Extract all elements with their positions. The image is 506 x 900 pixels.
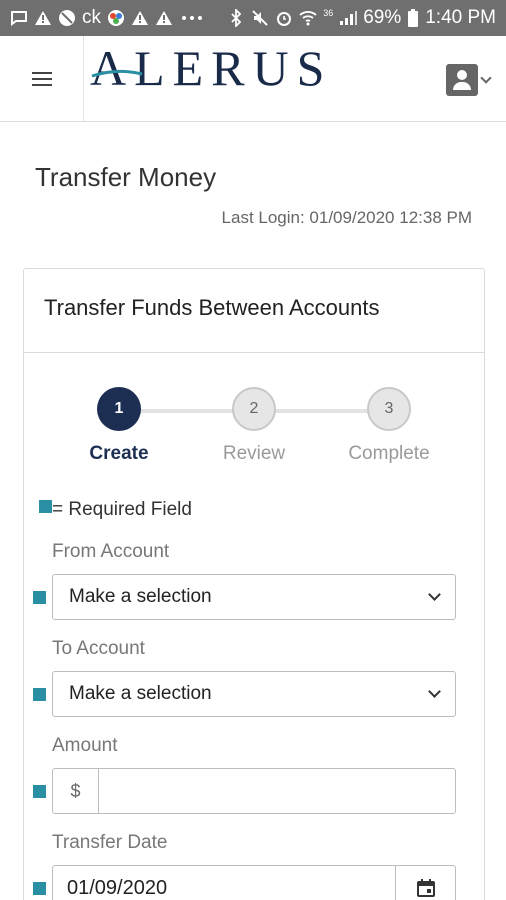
transfer-card: Transfer Funds Between Accounts 1 Create… bbox=[23, 268, 485, 900]
step-number: 1 bbox=[97, 387, 141, 431]
status-bar: ck 36 69% 1:40 PM bbox=[0, 0, 506, 36]
from-account-label: From Account bbox=[52, 541, 170, 562]
chat-icon bbox=[10, 9, 28, 27]
to-account-label: To Account bbox=[52, 638, 145, 659]
battery-percent: 69% bbox=[363, 7, 402, 28]
menu-button[interactable] bbox=[0, 36, 84, 122]
wifi-icon bbox=[299, 9, 317, 27]
mute-icon bbox=[251, 9, 269, 27]
chevron-down-icon bbox=[428, 685, 441, 698]
chevron-down-icon bbox=[428, 588, 441, 601]
clock: 1:40 PM bbox=[425, 7, 496, 28]
hamburger-icon bbox=[31, 72, 52, 86]
required-note-text: = Required Field bbox=[52, 499, 192, 520]
warning-icon bbox=[131, 9, 149, 27]
transfer-date-label: Transfer Date bbox=[52, 832, 168, 853]
step-complete: 3 Complete bbox=[329, 387, 449, 465]
required-field-note: = Required Field bbox=[39, 499, 192, 521]
amount-input[interactable] bbox=[99, 769, 455, 813]
card-title: Transfer Funds Between Accounts bbox=[44, 295, 380, 320]
step-review: 2 Review bbox=[194, 387, 314, 465]
to-account-select[interactable]: Make a selection bbox=[52, 671, 456, 717]
step-number: 2 bbox=[232, 387, 276, 431]
currency-prefix: $ bbox=[53, 769, 99, 813]
required-marker-icon bbox=[33, 591, 46, 604]
logo-swoosh-icon bbox=[91, 69, 143, 78]
required-marker-icon bbox=[33, 688, 46, 701]
user-icon bbox=[446, 64, 478, 96]
more-icon bbox=[179, 9, 205, 27]
required-marker-icon bbox=[33, 785, 46, 798]
required-marker-icon bbox=[33, 882, 46, 895]
alarm-icon bbox=[275, 9, 293, 27]
amount-field: $ bbox=[52, 768, 456, 814]
from-account-value: Make a selection bbox=[69, 586, 212, 607]
calendar-icon bbox=[416, 879, 435, 897]
required-marker-icon bbox=[39, 499, 52, 513]
step-label: Complete bbox=[348, 443, 430, 464]
alerus-logo[interactable]: ALERUS bbox=[90, 40, 350, 96]
warning-icon bbox=[155, 9, 173, 27]
bluetooth-icon bbox=[227, 9, 245, 27]
page-title: Transfer Money bbox=[35, 162, 217, 192]
calendar-button[interactable] bbox=[395, 866, 455, 900]
step-create: 1 Create bbox=[59, 387, 179, 465]
step-label: Review bbox=[222, 443, 286, 464]
no-sync-icon bbox=[58, 9, 76, 27]
last-login: Last Login: 01/09/2020 12:38 PM bbox=[221, 208, 472, 227]
nbc-icon bbox=[107, 9, 125, 27]
amount-label: Amount bbox=[52, 735, 118, 756]
transfer-date-input[interactable] bbox=[53, 866, 395, 900]
battery-icon bbox=[407, 9, 419, 27]
profile-button[interactable] bbox=[446, 64, 492, 96]
signal-icon bbox=[339, 9, 358, 27]
app-header: ALERUS bbox=[0, 36, 506, 122]
step-number: 3 bbox=[367, 387, 411, 431]
transfer-date-field bbox=[52, 865, 456, 900]
network-badge: 36 bbox=[323, 8, 334, 18]
warning-icon bbox=[34, 9, 52, 27]
chevron-down-icon bbox=[480, 72, 492, 84]
step-label: Create bbox=[89, 443, 149, 464]
from-account-select[interactable]: Make a selection bbox=[52, 574, 456, 620]
card-header: Transfer Funds Between Accounts bbox=[24, 269, 484, 353]
to-account-value: Make a selection bbox=[69, 683, 212, 704]
progress-stepper: 1 Create 2 Review 3 Complete bbox=[24, 387, 486, 477]
carrier-text: ck bbox=[82, 7, 101, 28]
